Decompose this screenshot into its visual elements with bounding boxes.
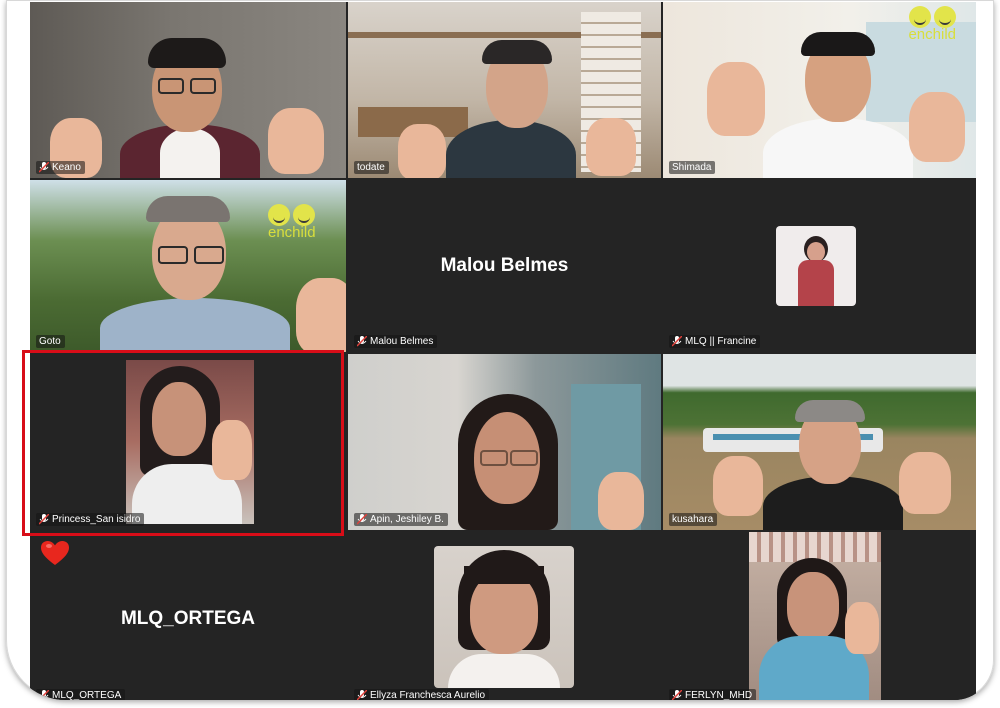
video-tile-keano[interactable]: Keano — [30, 2, 346, 178]
participant-name: todate — [357, 162, 385, 173]
video-tile-mlq-francine[interactable]: MLQ || Francine — [663, 180, 976, 352]
video-feed — [30, 2, 346, 178]
participant-name: kusahara — [672, 514, 714, 525]
participant-name: FERLYN_MHD — [685, 690, 753, 700]
participant-name-tag: FERLYN_MHD — [669, 689, 757, 700]
profile-picture — [776, 226, 856, 306]
participant-display-name: MLQ_ORTEGA — [120, 608, 256, 629]
video-tile-apin-jeshiley[interactable]: Apin, Jeshiley B. — [348, 354, 661, 530]
participant-name: Keano — [52, 162, 81, 173]
participant-name-tag: Apin, Jeshiley B. — [354, 513, 448, 526]
participant-display-name: Malou Belmes — [440, 255, 569, 276]
muted-mic-icon — [38, 689, 50, 700]
participant-name-tag: Princess_San isidro — [36, 513, 145, 526]
participant-name-tag: kusahara — [669, 513, 718, 526]
muted-mic-icon — [356, 335, 368, 347]
heart-icon — [40, 540, 70, 566]
participant-figure — [50, 38, 324, 178]
participant-figure — [703, 400, 953, 530]
video-tile-mlq-ortega[interactable]: MLQ_ORTEGA MLQ_ORTEGA — [30, 532, 346, 700]
participant-name-tag: Keano — [36, 161, 85, 174]
muted-mic-icon — [38, 161, 50, 173]
participant-name: Princess_San isidro — [52, 514, 141, 525]
muted-mic-icon — [356, 689, 368, 700]
screenshot-frame: Keano todate enchild Shimada enchild Got… — [6, 0, 994, 700]
participant-figure — [703, 32, 965, 178]
participant-name: Malou Belmes — [370, 336, 434, 347]
video-tile-shimada[interactable]: enchild Shimada — [663, 2, 976, 178]
video-feed — [348, 354, 661, 530]
video-tile-princess-san-isidro[interactable]: Princess_San isidro — [30, 354, 346, 530]
participant-name: MLQ_ORTEGA — [52, 690, 122, 700]
video-feed — [126, 360, 254, 524]
muted-mic-icon — [38, 513, 50, 525]
video-tile-ellyza-franchesca-aurelio[interactable]: Ellyza Franchesca Aurelio — [348, 532, 661, 700]
participant-name: Apin, Jeshiley B. — [370, 514, 444, 525]
video-feed — [348, 2, 661, 178]
video-feed — [434, 546, 574, 688]
participant-name: Ellyza Franchesca Aurelio — [370, 690, 486, 700]
video-gallery-grid: Keano todate enchild Shimada enchild Got… — [30, 2, 976, 700]
muted-mic-icon — [671, 689, 683, 700]
participant-name-tag: MLQ_ORTEGA — [36, 689, 126, 700]
video-tile-goto[interactable]: enchild Goto — [30, 180, 346, 352]
muted-mic-icon — [671, 335, 683, 347]
video-feed: enchild — [30, 180, 346, 352]
video-tile-malou-belmes[interactable]: Malou Belmes Malou Belmes — [348, 180, 661, 352]
participant-name: MLQ || Francine — [685, 336, 757, 347]
video-tile-kusahara[interactable]: kusahara — [663, 354, 976, 530]
muted-mic-icon — [356, 513, 368, 525]
video-feed — [663, 354, 976, 530]
participant-name-tag: Goto — [36, 335, 65, 348]
participant-name: Goto — [39, 336, 61, 347]
participant-name-tag: MLQ || Francine — [669, 335, 761, 348]
participant-figure — [100, 194, 346, 352]
participant-name-tag: Ellyza Franchesca Aurelio — [354, 689, 490, 700]
participant-name: Shimada — [672, 162, 712, 173]
video-feed: enchild — [663, 2, 976, 178]
participant-name-tag: todate — [354, 161, 389, 174]
video-feed — [749, 532, 881, 700]
participant-figure — [448, 394, 648, 530]
participant-figure — [398, 40, 636, 178]
participant-name-tag: Shimada — [669, 161, 716, 174]
video-tile-todate[interactable]: todate — [348, 2, 661, 178]
participant-name-tag: Malou Belmes — [354, 335, 438, 348]
video-tile-ferlyn-mhd[interactable]: FERLYN_MHD — [663, 532, 976, 700]
